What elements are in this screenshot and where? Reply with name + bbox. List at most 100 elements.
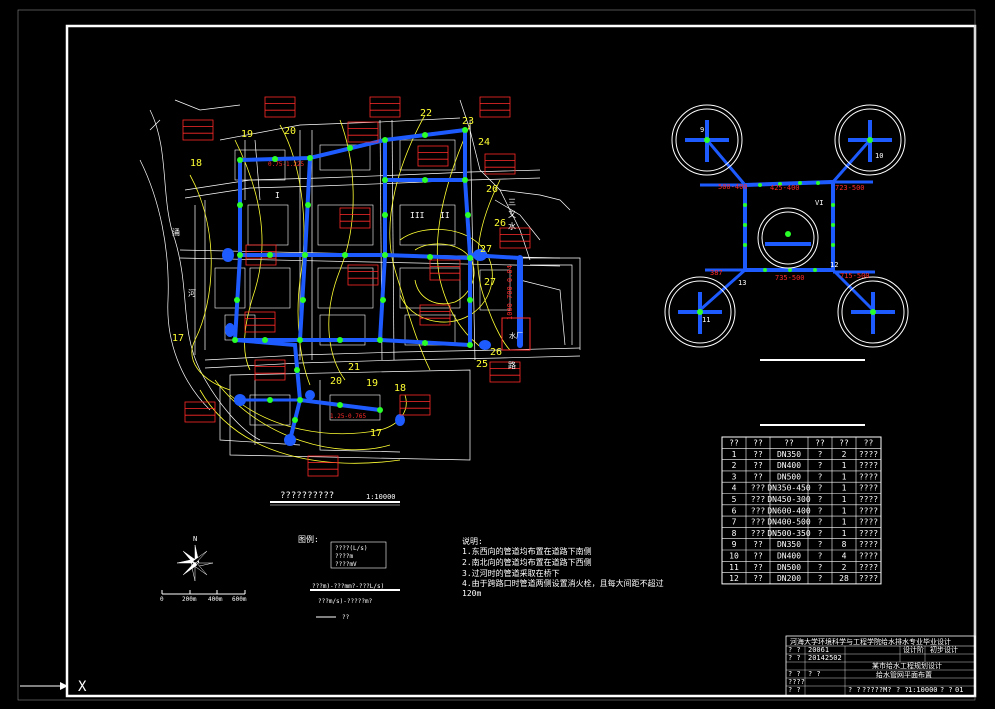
svg-text:?????M?: ?????M? xyxy=(862,686,892,694)
svg-text:? ?: ? ? xyxy=(808,670,821,678)
svg-text:? ?: ? ? xyxy=(788,670,801,678)
table-cell: 9 xyxy=(732,540,737,549)
table-cell: 2 xyxy=(842,563,847,572)
table-cell: ?? xyxy=(753,461,763,470)
node-number: 26 xyxy=(486,184,498,195)
table-cell: DN450-300 xyxy=(767,495,811,504)
svg-text:120m: 120m xyxy=(462,589,481,598)
table-cell: DN400-500 xyxy=(767,518,811,527)
table-cell: ???? xyxy=(859,540,878,549)
table-cell: ???? xyxy=(859,574,878,583)
svg-text:2.南北向的管道均布置在道路下西侧: 2.南北向的管道均布置在道路下西侧 xyxy=(462,557,592,567)
table-cell: ? xyxy=(818,574,823,583)
table-cell: ???? xyxy=(859,484,878,493)
table-cell: 3 xyxy=(732,472,737,481)
table-cell: DN500-350 xyxy=(767,529,811,538)
table-cell: ???? xyxy=(859,450,878,459)
table-cell: ?? xyxy=(753,540,763,549)
svg-text:路: 路 xyxy=(508,360,516,370)
node-number: 25 xyxy=(476,359,488,370)
table-cell: ? xyxy=(818,495,823,504)
svg-text:600m: 600m xyxy=(232,596,247,603)
svg-text:715-500: 715-500 xyxy=(840,272,870,280)
table-cell: DN500 xyxy=(777,563,801,572)
table-cell: 10 xyxy=(729,552,739,561)
table-cell: ? xyxy=(818,540,823,549)
table-cell: 1 xyxy=(842,484,847,493)
table-cell: ???? xyxy=(859,529,878,538)
svg-text:500-400: 500-400 xyxy=(718,183,748,191)
svg-text:II: II xyxy=(440,211,450,220)
table-cell: ?? xyxy=(753,552,763,561)
svg-text:13: 13 xyxy=(738,279,746,287)
table-cell: ??? xyxy=(751,506,766,515)
svg-text:1:10000: 1:10000 xyxy=(908,686,938,694)
table-header-cell: ?? xyxy=(839,439,849,448)
table-header-cell: ?? xyxy=(729,439,739,448)
table-cell: 11 xyxy=(729,563,739,572)
table-cell: 1 xyxy=(842,529,847,538)
table-cell: ??? xyxy=(751,484,766,493)
svg-text:735-500: 735-500 xyxy=(775,274,805,282)
table-cell: DN400 xyxy=(777,461,801,470)
table-cell: 8 xyxy=(842,540,847,549)
svg-text:? ?: ? ? xyxy=(788,686,801,694)
svg-text:河: 河 xyxy=(188,288,196,298)
table-cell: 1 xyxy=(842,472,847,481)
table-cell: ?? xyxy=(753,563,763,572)
table-cell: ???? xyxy=(859,552,878,561)
svg-text:X: X xyxy=(78,679,87,695)
svg-text:???m)-???mm?-???L/s): ???m)-???mm?-???L/s) xyxy=(312,583,384,590)
svg-text:水: 水 xyxy=(508,221,516,231)
table-cell: 4 xyxy=(842,552,847,561)
top-pipe-label: 0.75-1.225 xyxy=(268,161,305,168)
table-cell: ?? xyxy=(753,574,763,583)
title-block-project: 某市给水工程规划设计 xyxy=(872,661,942,670)
svg-text:说明:: 说明: xyxy=(462,536,483,546)
table-cell: 5 xyxy=(732,495,737,504)
svg-text:III: III xyxy=(410,211,425,220)
bottom-pipe-label: 1.25-0.765 xyxy=(330,413,367,420)
table-header-cell: ?? xyxy=(864,439,874,448)
svg-text:初步设计: 初步设计 xyxy=(930,645,958,654)
node-number: 26 xyxy=(494,218,506,229)
svg-text:????(L/s): ????(L/s) xyxy=(335,545,368,552)
water-plant-label: 水厂 xyxy=(509,331,523,340)
title-block-school: 河海大学环境科学与工程学院给水排水专业毕业设计 xyxy=(790,637,951,646)
node-number: 27 xyxy=(480,244,492,255)
table-cell: 1 xyxy=(842,506,847,515)
table-cell: DN350-450 xyxy=(767,484,811,493)
node-number: 17 xyxy=(172,333,184,344)
table-cell: 4 xyxy=(732,484,737,493)
table-cell: ???? xyxy=(859,518,878,527)
node-number: 27 xyxy=(484,277,496,288)
table-cell: DN500 xyxy=(777,472,801,481)
table-cell: ? xyxy=(818,563,823,572)
table-cell: DN350 xyxy=(777,540,801,549)
svg-text:设计阶: 设计阶 xyxy=(903,645,924,654)
table-cell: 8 xyxy=(732,529,737,538)
svg-text:???m/s)-?????m?: ???m/s)-?????m? xyxy=(318,598,373,605)
node-number: 20 xyxy=(284,126,296,137)
table-cell: ? xyxy=(818,450,823,459)
table-cell: ??? xyxy=(751,518,766,527)
svg-text:723-500: 723-500 xyxy=(835,184,865,192)
svg-text:N: N xyxy=(193,535,197,543)
node-number: 24 xyxy=(478,137,490,148)
svg-text:三: 三 xyxy=(508,198,516,207)
svg-text:? ?: ? ? xyxy=(940,686,953,694)
svg-text:12: 12 xyxy=(830,261,838,269)
table-cell: DN350 xyxy=(777,450,801,459)
svg-text:又: 又 xyxy=(508,210,516,219)
table-cell: ? xyxy=(818,461,823,470)
table-cell: ? xyxy=(818,552,823,561)
main-pipe-label: 1000-700-0.04 xyxy=(506,265,514,320)
table-header-cell: ?? xyxy=(753,439,763,448)
node-number: 26 xyxy=(490,347,502,358)
table-cell: ? xyxy=(818,506,823,515)
svg-text:????m: ????m xyxy=(335,553,353,560)
table-cell: ? xyxy=(818,484,823,493)
svg-text:0: 0 xyxy=(160,596,164,603)
table-cell: ???? xyxy=(859,563,878,572)
cad-drawing[interactable]: 2223242019182626272726252120 19 181717 I I… xyxy=(0,0,995,709)
